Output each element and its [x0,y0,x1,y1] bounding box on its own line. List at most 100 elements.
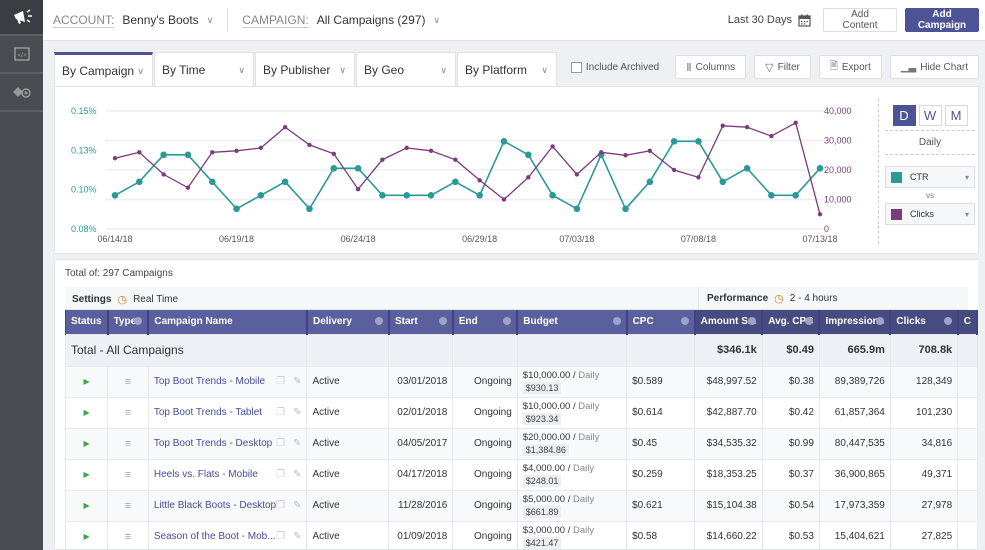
copy-icon[interactable]: ❐ [276,500,285,511]
column-header-clicks[interactable]: Clicks [889,310,959,334]
info-icon[interactable] [943,317,952,325]
edit-pencil-icon[interactable]: ✎ [293,438,301,449]
include-archived-checkbox[interactable]: Include Archived [570,61,659,73]
info-icon[interactable] [134,317,143,325]
edit-pencil-icon[interactable]: ✎ [293,469,301,480]
table-row[interactable]: ▶ ≡ Top Boot Trends - Tablet ❐ ✎ Active 02/01/… [64,396,978,429]
columns-button[interactable]: Ⅱ Columns [675,55,747,79]
edit-pencil-icon[interactable]: ✎ [293,500,301,511]
column-header-impressions[interactable]: Impressions [818,310,892,334]
status-cell[interactable]: ▶ [64,365,109,398]
sidebar-item-settings[interactable] [0,74,43,112]
data-point-ctr [403,191,411,199]
campaign-name-link[interactable]: Top Boot Trends - Desktop [154,438,272,449]
status-cell[interactable]: ▶ [64,489,109,522]
campaign-name-link[interactable]: Top Boot Trends - Mobile [154,376,265,387]
column-header-end[interactable]: End [452,310,519,334]
column-header-ctr[interactable]: C [957,310,978,334]
play-icon[interactable]: ▶ [83,439,89,448]
info-icon[interactable] [438,317,447,325]
data-point-clicks [307,142,312,148]
play-icon[interactable]: ▶ [83,408,89,417]
campaign-name-link[interactable]: Heels vs. Flats - Mobile [154,469,258,480]
play-icon[interactable]: ▶ [83,377,89,386]
performance-group-label: Performance [707,293,769,304]
data-point-ctr [646,178,654,186]
table-row[interactable]: ▶ ≡ Top Boot Trends - Desktop ❐ ✎ Active 04/05… [64,427,978,460]
campaign-name-link[interactable]: Little Black Boots - Desktop [154,500,276,511]
metric1-select[interactable]: CTR ▾ [885,166,975,188]
column-header-budget[interactable]: Budget [516,310,628,334]
column-header-status[interactable]: Status [64,310,109,334]
type-cell: ≡ [107,396,149,429]
account-selector[interactable]: ACCOUNT: Benny's Boots ∨ [53,13,213,27]
status-cell[interactable]: ▶ [64,427,109,460]
add-content-button[interactable]: Add Content [823,8,897,32]
edit-pencil-icon[interactable]: ✎ [293,376,301,387]
tab-by-campaign[interactable]: By Campaign ∨ [54,52,153,87]
column-header-delivery[interactable]: Delivery [306,310,390,334]
campaign-name-link[interactable]: Season of the Boot - Mob... [154,531,276,542]
status-cell[interactable]: ▶ [64,458,109,491]
column-header-cpc[interactable]: CPC [626,310,696,334]
granularity-weekly-button[interactable]: W [918,105,942,126]
data-point-ctr [452,178,459,186]
status-cell[interactable]: ▶ [64,396,109,429]
chevron-down-icon: ∨ [440,64,447,75]
tab-by-platform[interactable]: By Platform ∨ [457,52,557,87]
sidebar-item-code[interactable]: </> [0,36,43,74]
play-icon[interactable]: ▶ [83,532,89,541]
vertical-scrollbar[interactable] [978,259,985,550]
tab-by-publisher[interactable]: By Publisher ∨ [255,52,355,87]
table-row[interactable]: ▶ ≡ Season of the Boot - Mob... ❐ ✎ Active 01/… [64,520,978,549]
hide-chart-button[interactable]: ▁▃ Hide Chart [889,55,979,79]
play-icon[interactable]: ▶ [83,470,89,479]
tab-by-geo[interactable]: By Geo ∨ [356,52,456,87]
add-campaign-button[interactable]: Add Campaign [905,8,979,32]
data-point-ctr [379,191,386,199]
copy-icon[interactable]: ❐ [276,376,285,387]
granularity-daily-button[interactable]: D [892,105,916,126]
column-header-avg-cpc[interactable]: Avg. CPC [761,310,821,334]
edit-pencil-icon[interactable]: ✎ [293,407,301,418]
column-header-type[interactable]: Type [107,310,150,334]
campaign-value: All Campaigns (297) [316,13,426,27]
copy-icon[interactable]: ❐ [276,407,285,418]
column-header-campaign-name[interactable]: Campaign Name [147,310,308,334]
sidebar-item-campaigns[interactable] [0,0,43,36]
status-cell[interactable]: ▶ [64,520,109,549]
calendar-icon[interactable] [798,14,811,27]
table-row[interactable]: ▶ ≡ Top Boot Trends - Mobile ❐ ✎ Active 03/01/… [64,365,978,398]
total-amount-spent: $346.1k [694,333,763,367]
info-icon[interactable] [503,317,512,325]
caret-down-icon: ▾ [964,172,969,182]
export-button[interactable]: 🗎 Export [818,55,882,79]
granularity-monthly-button[interactable]: M [944,105,968,126]
campaign-name-link[interactable]: Top Boot Trends - Tablet [154,407,262,418]
checkbox-box[interactable] [570,61,582,73]
tab-by-time[interactable]: By Time ∨ [154,52,254,87]
column-header-start[interactable]: Start [388,310,454,334]
data-point-ctr [816,165,824,172]
edit-pencil-icon[interactable]: ✎ [293,531,301,542]
ticket-settings-icon [12,87,31,98]
tab-label: By Time [162,63,206,77]
cpc-cell: $0.589 [626,365,696,398]
metric2-select[interactable]: Clicks ▾ [885,203,975,225]
info-icon[interactable] [612,317,621,325]
column-header-amount-spent[interactable]: Amount S... [694,310,764,334]
date-range[interactable]: Last 30 Days [728,14,792,26]
play-icon[interactable]: ▶ [83,501,89,510]
info-icon[interactable] [374,317,383,325]
columns-icon: Ⅱ [686,61,692,74]
copy-icon[interactable]: ❐ [276,438,285,449]
copy-icon[interactable]: ❐ [276,469,285,480]
filter-button[interactable]: ▽ Filter [754,55,811,79]
table-row[interactable]: ▶ ≡ Little Black Boots - Desktop ❐ ✎ Active 11… [64,489,978,522]
copy-icon[interactable]: ❐ [276,531,285,542]
campaign-selector[interactable]: CAMPAIGN: All Campaigns (297) ∨ [242,13,440,27]
right-axis-tick-label: 10,000 [824,195,852,205]
table-row[interactable]: ▶ ≡ Heels vs. Flats - Mobile ❐ ✎ Active 04/17/… [64,458,978,491]
info-icon[interactable] [680,317,689,325]
data-point-clicks [550,144,555,149]
